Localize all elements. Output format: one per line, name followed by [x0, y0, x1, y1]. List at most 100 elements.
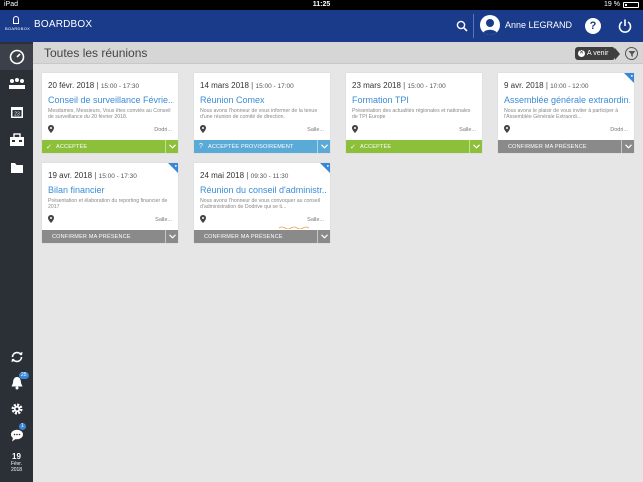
search-icon[interactable] [456, 20, 468, 32]
date-separator: | [96, 81, 99, 90]
chat-badge: 1 [19, 423, 26, 430]
filter-chip-label: A venir [587, 50, 609, 57]
meeting-time: 15:00 - 17:00 [255, 83, 294, 90]
meeting-date: 9 avr. 2018 [504, 81, 544, 90]
attendance-status-button[interactable]: Confirmer ma présence [42, 230, 178, 243]
sidebar-settings-button[interactable] [0, 396, 33, 422]
chevron-down-icon[interactable] [165, 230, 178, 243]
meeting-time: 15:00 - 17:00 [407, 83, 446, 90]
current-date-day: 19 [12, 452, 21, 461]
sidebar-item-dashboard[interactable] [0, 44, 33, 70]
power-icon[interactable] [617, 18, 633, 34]
meeting-card[interactable]: ● 24 mai 2018 | 09:30 - 11:30 Réunion du c… [194, 163, 330, 243]
location-pin-icon [504, 125, 510, 133]
meeting-date-line: 24 mai 2018 | 09:30 - 11:30 [200, 171, 288, 180]
meeting-title[interactable]: Conseil de surveillance Févrie... [48, 95, 174, 105]
sidebar-sync-button[interactable] [0, 344, 33, 370]
meeting-card[interactable]: 20 févr. 2018 | 15:00 - 17:30 Conseil de … [42, 73, 178, 153]
user-name[interactable]: Anne LEGRAND [505, 20, 572, 30]
meeting-location: Salle... [155, 217, 172, 223]
close-icon[interactable]: ✕ [578, 50, 585, 57]
app-logo: BOARDBOX [5, 16, 31, 36]
header-divider [473, 14, 474, 38]
new-corner-icon: ● [326, 163, 329, 168]
chevron-down-icon[interactable] [317, 140, 330, 153]
attendance-status-button[interactable]: Confirmer ma présence [194, 230, 330, 243]
avatar[interactable] [480, 15, 500, 35]
meeting-description: Nous avons le plaisir de vous inviter à … [504, 108, 619, 121]
location-pin-icon [200, 215, 206, 223]
current-date-year: 2018 [10, 467, 23, 473]
dashboard-gauge-icon [9, 49, 24, 65]
battery-percent: 19 % [604, 1, 620, 8]
meeting-date-line: 14 mars 2018 | 15:00 - 17:00 [200, 81, 294, 90]
location-pin-icon [48, 125, 54, 133]
status-bar: iPad 11:25 19 % [0, 0, 643, 10]
sync-icon [11, 351, 22, 363]
meeting-title[interactable]: Assemblée générale extraordin... [504, 95, 630, 105]
meeting-date: 23 mars 2018 [352, 81, 401, 90]
meeting-card[interactable]: 23 mars 2018 | 15:00 - 17:00 Formation TP… [346, 73, 482, 153]
chevron-down-icon[interactable] [621, 140, 634, 153]
meeting-time: 09:30 - 11:30 [250, 173, 289, 180]
page-title: Toutes les réunions [44, 46, 148, 60]
meeting-date-line: 19 avr. 2018 | 15:00 - 17:30 [48, 171, 137, 180]
sidebar-item-documents[interactable] [0, 155, 33, 181]
chevron-down-icon[interactable] [317, 230, 330, 243]
meeting-card[interactable]: ● 9 avr. 2018 | 10:00 - 12:00 Assemblée gé… [498, 73, 634, 153]
chevron-down-icon[interactable] [165, 140, 178, 153]
attendance-status-label: Confirmer ma présence [508, 143, 587, 150]
logo-text: BOARDBOX [5, 26, 31, 31]
app-title: BOARDBOX [34, 19, 93, 30]
meeting-time: 15:00 - 17:30 [98, 173, 137, 180]
meeting-title[interactable]: Réunion du conseil d'administr... [200, 185, 326, 195]
folder-icon [10, 163, 23, 173]
meeting-card[interactable]: 14 mars 2018 | 15:00 - 17:00 Réunion Come… [194, 73, 330, 153]
meeting-location: Salle... [459, 127, 476, 133]
sidebar-item-meetings[interactable] [0, 71, 33, 97]
meeting-description: Présentation et élaboration du reporting… [48, 198, 168, 211]
attendance-status-button[interactable]: ✓ Acceptée [42, 140, 178, 153]
upcoming-filter-chip[interactable]: ✕ A venir [575, 47, 620, 60]
sidebar-item-calendar[interactable]: 23 [0, 99, 33, 125]
meeting-title[interactable]: Formation TPI [352, 95, 478, 105]
filter-button[interactable] [625, 47, 638, 60]
logo-mark-icon [13, 16, 19, 24]
attendance-status-button[interactable]: Confirmer ma présence [498, 140, 634, 153]
chevron-down-icon[interactable] [469, 140, 482, 153]
battery-icon [623, 1, 639, 8]
check-icon: ✓ [45, 143, 53, 151]
sidebar-chat-button[interactable]: 1 [0, 422, 33, 448]
sidebar-item-toolbox[interactable] [0, 127, 33, 153]
location-pin-icon [352, 125, 358, 133]
attendance-status-button[interactable]: ? Acceptée provisoirement [194, 140, 330, 153]
svg-text:23: 23 [14, 112, 20, 118]
meeting-time: 10:00 - 12:00 [550, 83, 589, 90]
meeting-card[interactable]: ● 19 avr. 2018 | 15:00 - 17:30 Bilan finan… [42, 163, 178, 243]
meeting-date: 24 mai 2018 [200, 171, 245, 180]
meeting-description: Nous avons l'honneur de vous informer de… [200, 108, 318, 121]
meeting-location: Dodri... [610, 127, 628, 133]
chat-icon [10, 429, 23, 441]
meetings-people-icon [8, 78, 25, 89]
question-icon: ? [198, 143, 204, 150]
app-header: BOARDBOX BOARDBOX Anne LEGRAND ? [0, 10, 643, 42]
check-icon: ✓ [349, 143, 357, 151]
meeting-title[interactable]: Bilan financier [48, 185, 174, 195]
meeting-date: 19 avr. 2018 [48, 171, 93, 180]
meeting-title[interactable]: Réunion Comex [200, 95, 326, 105]
sidebar-notifications-button[interactable]: 25 [0, 370, 33, 396]
date-separator: | [251, 81, 254, 90]
clock: 11:25 [312, 1, 331, 8]
meeting-time: 15:00 - 17:30 [100, 83, 140, 90]
notifications-badge: 25 [19, 372, 29, 379]
meeting-location: Dodri... [154, 127, 172, 133]
user-avatar-icon [482, 19, 498, 35]
date-separator: | [403, 81, 406, 90]
attendance-status-button[interactable]: ✓ Acceptée [346, 140, 482, 153]
meeting-location: Salle... [307, 217, 324, 223]
date-separator: | [545, 81, 548, 90]
meeting-date-line: 9 avr. 2018 | 10:00 - 12:00 [504, 81, 588, 90]
battery-indicator: 19 % [604, 1, 639, 8]
help-icon[interactable]: ? [585, 18, 601, 34]
